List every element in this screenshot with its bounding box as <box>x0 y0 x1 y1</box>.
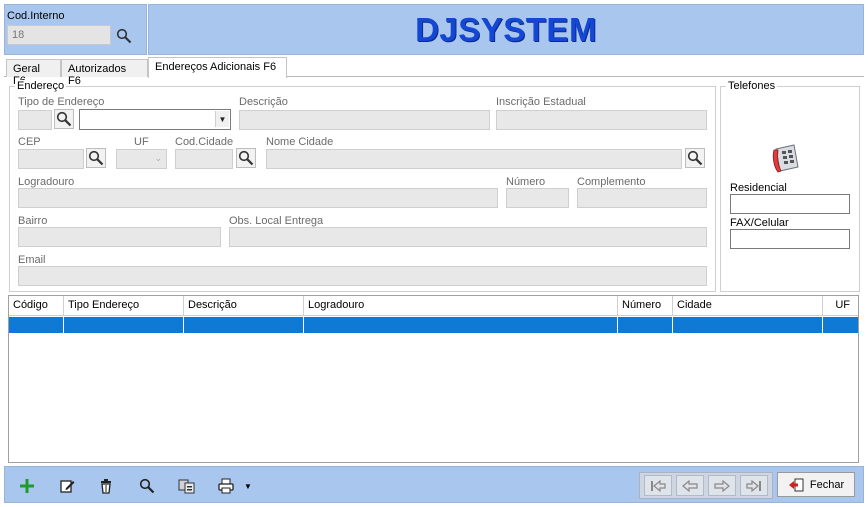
bairro-field[interactable] <box>18 227 221 247</box>
tipo-endereco-label: Tipo de Endereço <box>18 96 105 108</box>
col-numero[interactable]: Número <box>618 296 673 316</box>
residencial-label: Residencial <box>730 182 787 194</box>
nome-cidade-field[interactable] <box>266 149 682 169</box>
col-codigo[interactable]: Código <box>9 296 64 316</box>
uf-select[interactable]: ⌄ <box>116 149 167 169</box>
residencial-field[interactable] <box>730 194 850 214</box>
numero-label: Número <box>506 176 546 188</box>
telephone-icon <box>772 143 804 180</box>
next-record-button[interactable] <box>708 475 736 496</box>
chevron-down-icon: ▼ <box>215 111 229 127</box>
search-icon <box>88 150 104 166</box>
cod-cidade-field[interactable] <box>175 149 233 169</box>
close-button-label: Fechar <box>809 478 845 491</box>
tab-autorizados[interactable]: Autorizados F6 <box>61 59 148 87</box>
nome-cidade-label: Nome Cidade <box>266 136 334 148</box>
close-button[interactable]: Fechar <box>777 472 855 497</box>
tipo-endereco-search-button[interactable] <box>54 109 74 129</box>
first-icon <box>651 479 666 492</box>
delete-button[interactable] <box>95 475 117 497</box>
enderecos-grid[interactable]: Código Tipo Endereço Descrição Logradour… <box>8 295 859 463</box>
bairro-label: Bairro <box>18 215 48 227</box>
numero-field[interactable] <box>506 188 569 208</box>
fax-celular-field[interactable] <box>730 229 850 249</box>
last-icon <box>746 479 761 492</box>
search-icon <box>687 150 703 166</box>
fax-celular-label: FAX/Celular <box>730 217 789 229</box>
footer-toolbar: ▼ Fechar <box>4 466 864 503</box>
arrow-right-icon <box>714 479 730 492</box>
cod-interno-label: Cod.Interno <box>7 10 65 22</box>
search-icon <box>238 150 254 166</box>
obs-local-entrega-label: Obs. Local Entrega <box>229 215 324 227</box>
table-row[interactable] <box>9 317 858 333</box>
search-icon <box>56 111 72 127</box>
tipo-endereco-select[interactable]: ▼ <box>79 109 231 130</box>
descricao-label: Descrição <box>239 96 288 108</box>
chevron-down-icon: ⌄ <box>154 153 162 163</box>
col-tipo-endereco[interactable]: Tipo Endereço <box>64 296 184 316</box>
search-button[interactable] <box>136 475 158 497</box>
descricao-field[interactable] <box>239 110 490 130</box>
plus-icon <box>20 479 34 493</box>
tab-bar: Geral F6 Autorizados F6 Endereços Adicio… <box>4 57 864 87</box>
tab-geral[interactable]: Geral F6 <box>6 59 61 87</box>
complemento-label: Complemento <box>577 176 646 188</box>
print-button[interactable] <box>215 475 237 497</box>
add-button[interactable] <box>16 475 38 497</box>
record-navigator <box>639 472 773 499</box>
complemento-field[interactable] <box>577 188 707 208</box>
copy-button[interactable] <box>176 475 198 497</box>
tab-enderecos-adicionais[interactable]: Endereços Adicionais F6 <box>148 57 287 78</box>
col-logradouro[interactable]: Logradouro <box>304 296 618 316</box>
inscricao-estadual-field[interactable] <box>496 110 707 130</box>
logradouro-label: Logradouro <box>18 176 75 188</box>
brand-title: DJSYSTEM <box>415 10 597 48</box>
cod-search-button[interactable] <box>114 26 134 46</box>
inscricao-estadual-label: Inscrição Estadual <box>496 96 586 108</box>
uf-label: UF <box>134 136 149 148</box>
search-icon <box>139 478 155 494</box>
endereco-legend: Endereço <box>15 80 67 92</box>
logradouro-field[interactable] <box>18 188 498 208</box>
grid-header: Código Tipo Endereço Descrição Logradour… <box>9 296 858 316</box>
telefones-legend: Telefones <box>726 80 778 92</box>
obs-local-entrega-field[interactable] <box>229 227 707 247</box>
nome-cidade-search-button[interactable] <box>685 148 705 168</box>
arrow-left-icon <box>682 479 698 492</box>
cep-search-button[interactable] <box>86 148 106 168</box>
email-label: Email <box>18 254 46 266</box>
cep-label: CEP <box>18 136 41 148</box>
printer-icon <box>218 478 234 494</box>
col-descricao[interactable]: Descrição <box>184 296 304 316</box>
col-cidade[interactable]: Cidade <box>673 296 823 316</box>
cod-cidade-label: Cod.Cidade <box>175 136 234 148</box>
cidade-search-button[interactable] <box>236 148 256 168</box>
col-uf[interactable]: UF <box>823 296 858 316</box>
tipo-endereco-code-field[interactable] <box>18 110 52 130</box>
trash-icon <box>101 479 111 494</box>
header-brand-panel: DJSYSTEM <box>148 4 864 55</box>
last-record-button[interactable] <box>740 475 768 496</box>
cod-interno-input[interactable]: 18 <box>7 25 111 45</box>
edit-icon <box>60 480 75 493</box>
edit-button[interactable] <box>56 475 78 497</box>
email-field[interactable] <box>18 266 707 286</box>
print-dropdown-button[interactable]: ▼ <box>241 475 255 497</box>
caret-down-icon: ▼ <box>244 481 252 491</box>
search-icon <box>116 28 132 44</box>
previous-record-button[interactable] <box>676 475 704 496</box>
cep-field[interactable] <box>18 149 84 169</box>
exit-icon <box>788 478 804 491</box>
copy-icon <box>178 479 195 494</box>
first-record-button[interactable] <box>644 475 672 496</box>
